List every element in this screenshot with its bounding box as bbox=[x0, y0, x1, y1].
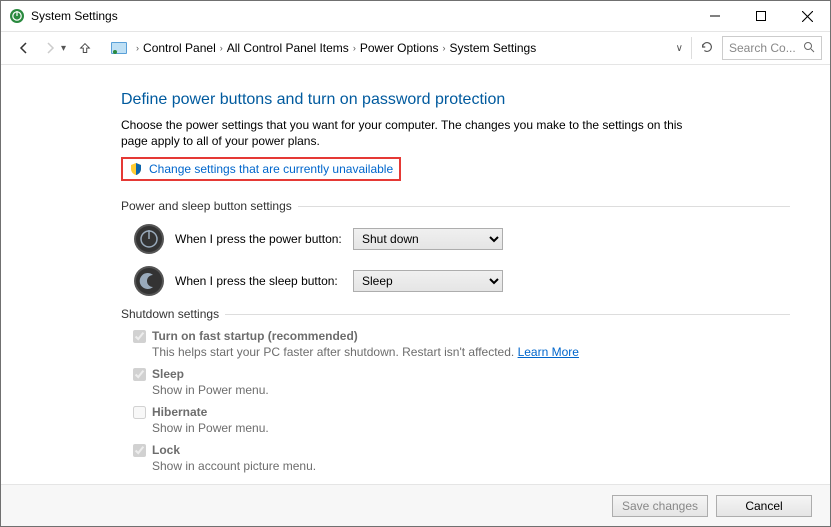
sleep-button-row: When I press the sleep button: Sleep bbox=[133, 265, 790, 297]
page-description: Choose the power settings that you want … bbox=[121, 117, 691, 149]
chevron-right-icon: › bbox=[443, 43, 446, 53]
fast-startup-item: Turn on fast startup (recommended) This … bbox=[133, 329, 790, 359]
chevron-right-icon: › bbox=[220, 43, 223, 53]
refresh-button[interactable] bbox=[700, 40, 714, 57]
sleep-desc: Show in Power menu. bbox=[152, 383, 790, 397]
shield-icon bbox=[129, 162, 143, 176]
maximize-button[interactable] bbox=[738, 1, 784, 31]
window-title: System Settings bbox=[31, 9, 118, 23]
lock-desc: Show in account picture menu. bbox=[152, 459, 790, 473]
recent-locations-icon[interactable]: ▾ bbox=[61, 43, 66, 54]
search-placeholder: Search Co... bbox=[729, 41, 796, 55]
titlebar: System Settings bbox=[1, 1, 830, 31]
fast-startup-desc: This helps start your PC faster after sh… bbox=[152, 345, 790, 359]
shutdown-list: Turn on fast startup (recommended) This … bbox=[133, 329, 790, 473]
chevron-right-icon: › bbox=[136, 43, 139, 53]
section-button-settings: Power and sleep button settings bbox=[121, 199, 790, 213]
power-options-icon bbox=[9, 8, 25, 24]
sleep-label: Sleep bbox=[152, 367, 184, 381]
sleep-checkbox bbox=[133, 368, 146, 381]
breadcrumb-system-settings[interactable]: System Settings bbox=[450, 41, 537, 55]
power-button-icon bbox=[133, 223, 165, 255]
power-button-label: When I press the power button: bbox=[175, 232, 353, 246]
change-settings-link[interactable]: Change settings that are currently unava… bbox=[149, 162, 393, 176]
breadcrumb-all-items[interactable]: All Control Panel Items bbox=[227, 41, 349, 55]
footer: Save changes Cancel bbox=[1, 484, 830, 526]
hibernate-item: Hibernate Show in Power menu. bbox=[133, 405, 790, 435]
page-heading: Define power buttons and turn on passwor… bbox=[121, 91, 790, 109]
control-panel-icon[interactable] bbox=[110, 39, 128, 57]
window-controls bbox=[692, 1, 830, 31]
fast-startup-label: Turn on fast startup (recommended) bbox=[152, 329, 358, 343]
breadcrumb: › Control Panel › All Control Panel Item… bbox=[136, 41, 536, 55]
save-button: Save changes bbox=[612, 495, 708, 517]
lock-label: Lock bbox=[152, 443, 180, 457]
sleep-button-icon bbox=[133, 265, 165, 297]
back-button[interactable] bbox=[13, 37, 35, 59]
lock-checkbox bbox=[133, 444, 146, 457]
hibernate-checkbox bbox=[133, 406, 146, 419]
hibernate-label: Hibernate bbox=[152, 405, 207, 419]
cancel-button[interactable]: Cancel bbox=[716, 495, 812, 517]
section-shutdown: Shutdown settings bbox=[121, 307, 790, 321]
power-button-select[interactable]: Shut down bbox=[353, 228, 503, 250]
search-input[interactable]: Search Co... bbox=[722, 36, 822, 60]
content: Define power buttons and turn on passwor… bbox=[1, 65, 830, 473]
nav-separator bbox=[691, 37, 692, 59]
up-button[interactable] bbox=[74, 37, 96, 59]
sleep-item: Sleep Show in Power menu. bbox=[133, 367, 790, 397]
change-settings-highlight: Change settings that are currently unava… bbox=[121, 157, 401, 181]
minimize-button[interactable] bbox=[692, 1, 738, 31]
lock-item: Lock Show in account picture menu. bbox=[133, 443, 790, 473]
breadcrumb-power-options[interactable]: Power Options bbox=[360, 41, 439, 55]
search-icon bbox=[803, 41, 815, 56]
breadcrumb-control-panel[interactable]: Control Panel bbox=[143, 41, 216, 55]
chevron-right-icon: › bbox=[353, 43, 356, 53]
sleep-button-label: When I press the sleep button: bbox=[175, 274, 353, 288]
address-dropdown-icon[interactable]: ∨ bbox=[676, 43, 683, 54]
fast-startup-checkbox bbox=[133, 330, 146, 343]
power-button-row: When I press the power button: Shut down bbox=[133, 223, 790, 255]
navbar: ▾ › Control Panel › All Control Panel It… bbox=[1, 31, 830, 65]
forward-button[interactable] bbox=[39, 37, 61, 59]
hibernate-desc: Show in Power menu. bbox=[152, 421, 790, 435]
learn-more-link[interactable]: Learn More bbox=[518, 345, 579, 359]
sleep-button-select[interactable]: Sleep bbox=[353, 270, 503, 292]
close-button[interactable] bbox=[784, 1, 830, 31]
